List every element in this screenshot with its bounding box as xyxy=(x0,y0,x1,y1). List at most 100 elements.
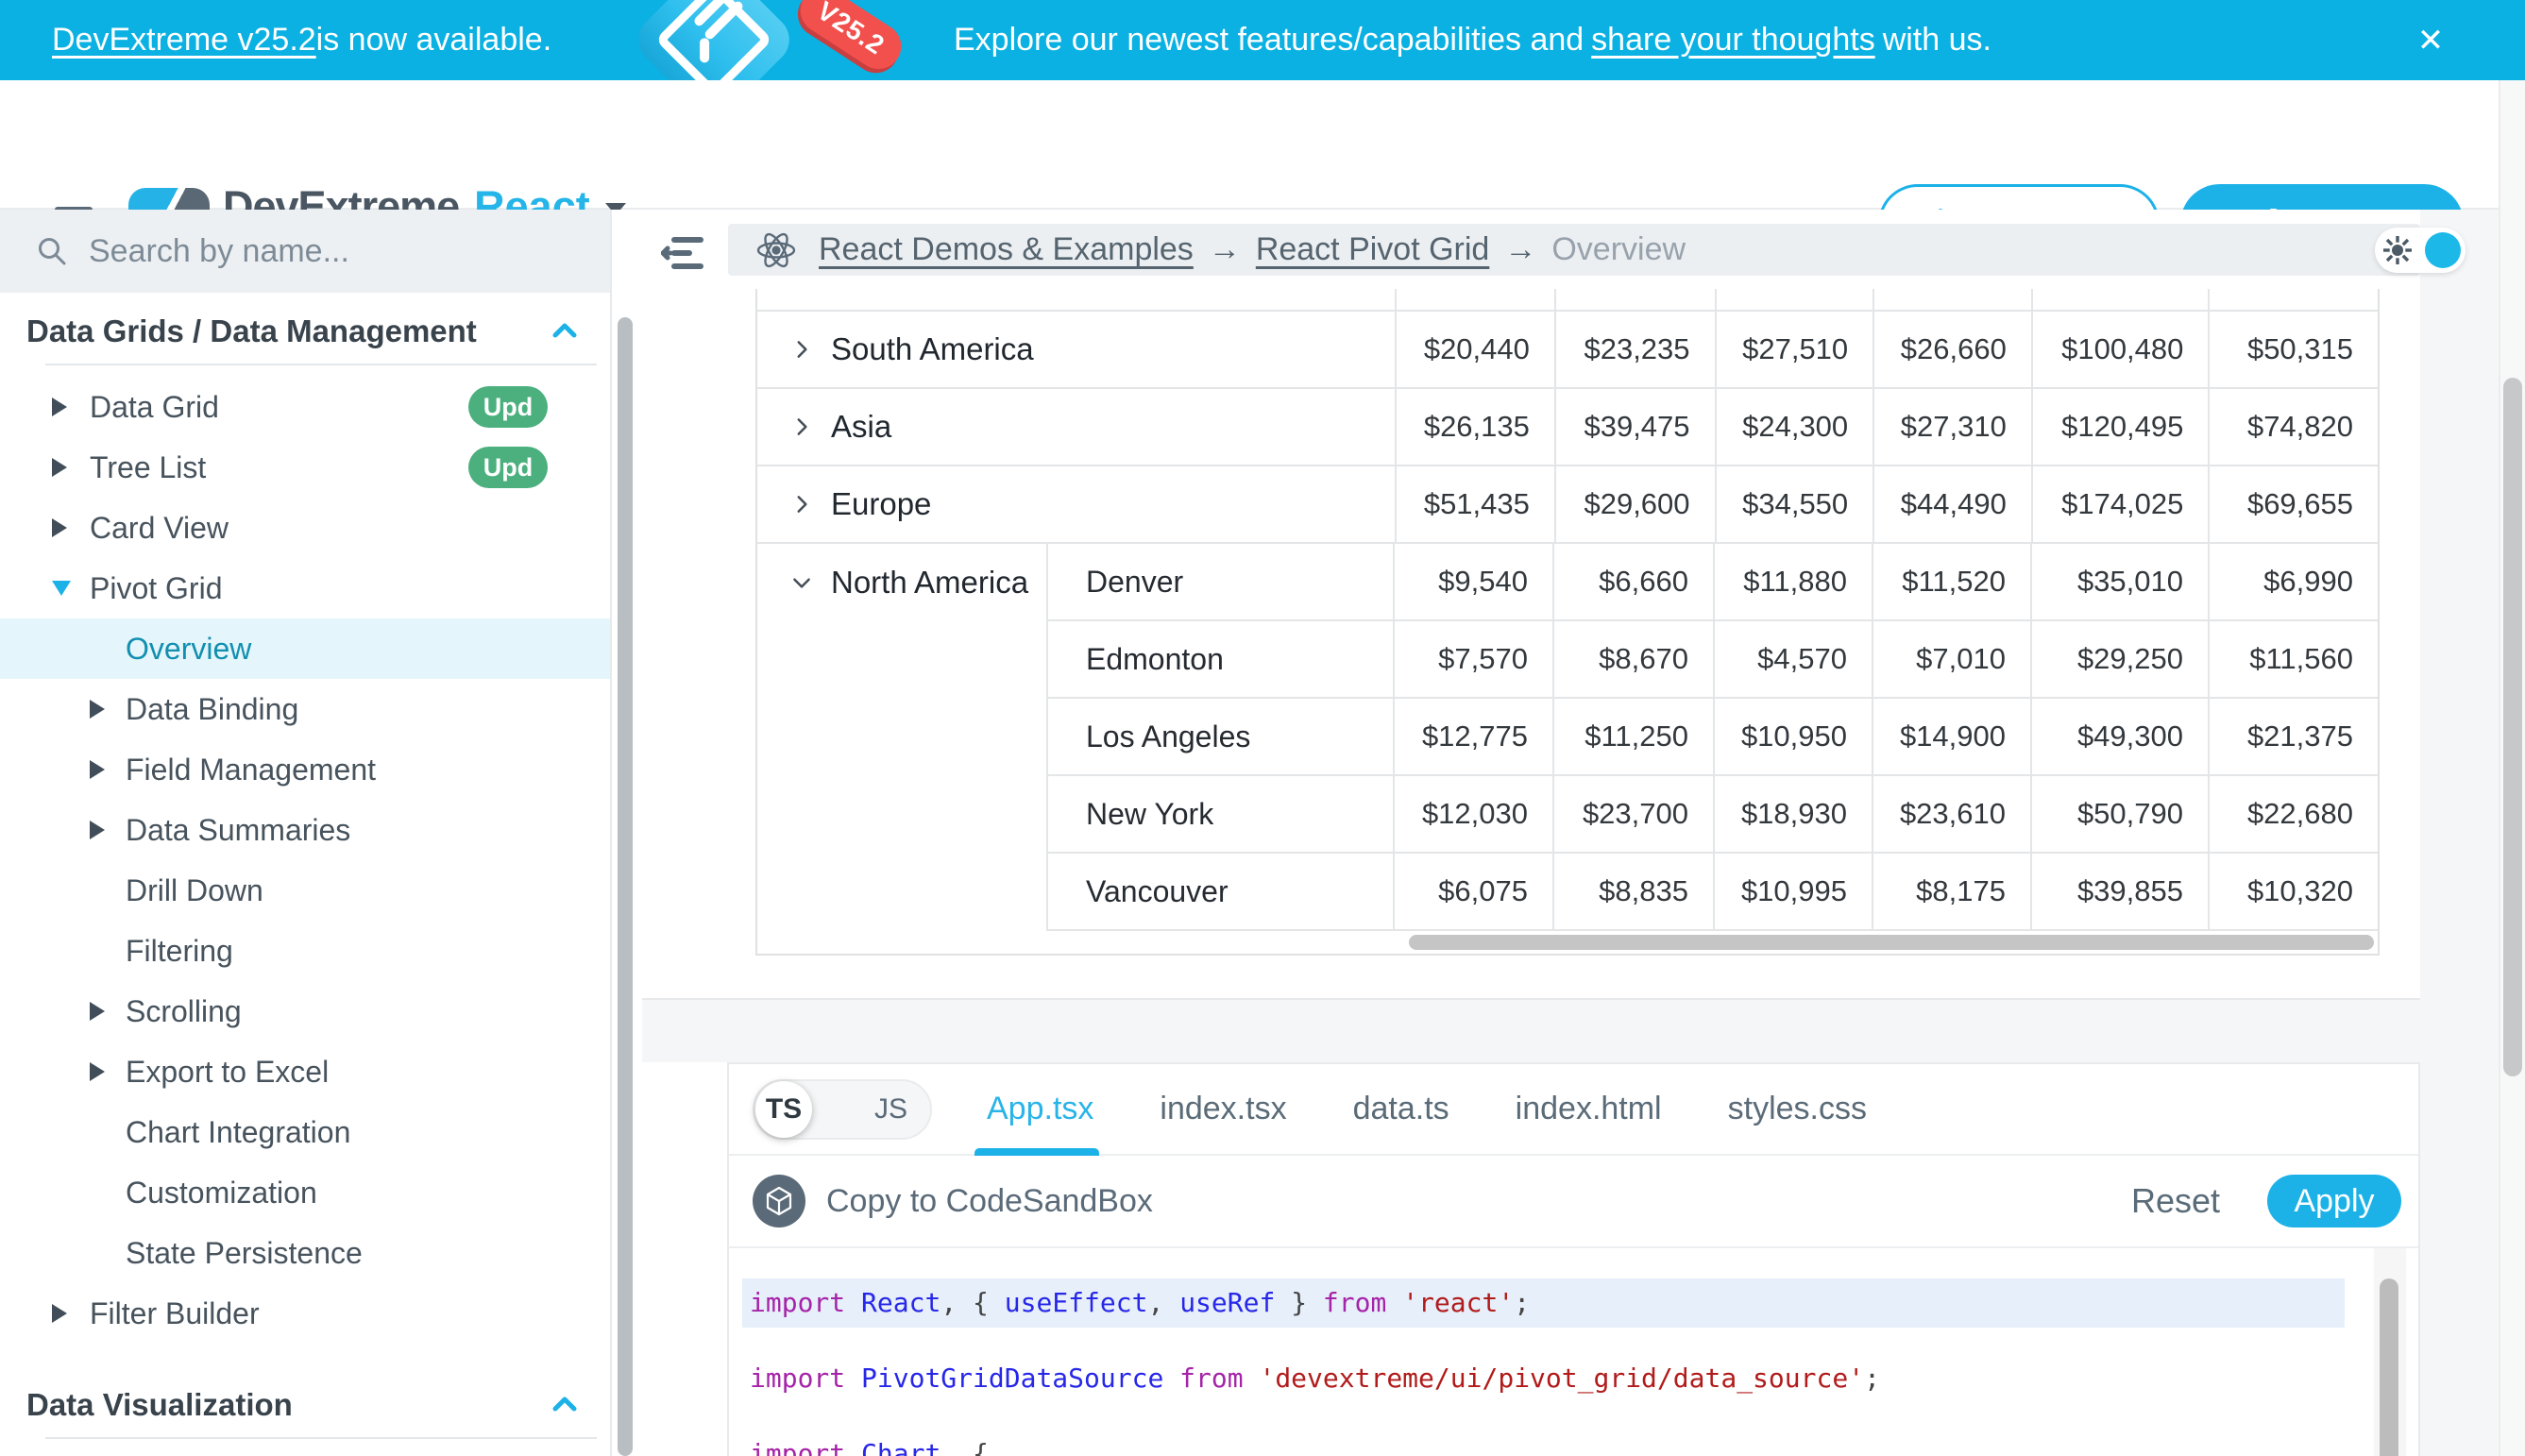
search-input[interactable] xyxy=(89,233,542,270)
sidebar-item-filter-builder[interactable]: Filter Builder xyxy=(0,1283,612,1344)
pivot-value-cell[interactable] xyxy=(1873,289,2031,310)
pivot-value-cell[interactable]: $50,790 xyxy=(2030,776,2208,852)
sidebar-scrollbar[interactable] xyxy=(618,317,633,1456)
pivot-value-cell[interactable] xyxy=(1715,289,1873,310)
sidebar-item-chart-integration[interactable]: Chart Integration xyxy=(0,1102,612,1162)
pivot-value-cell[interactable]: $50,315 xyxy=(2208,312,2378,387)
pivot-value-cell[interactable]: $8,175 xyxy=(1872,854,2030,929)
pivot-value-cell[interactable]: $8,670 xyxy=(1552,621,1713,697)
pivot-row-europe[interactable]: Europe$51,435$29,600$34,550$44,490$174,0… xyxy=(757,466,2378,544)
pivot-value-cell[interactable]: $100,480 xyxy=(2031,312,2209,387)
tab-index-html[interactable]: index.html xyxy=(1516,1091,1662,1127)
pivot-value-cell[interactable]: $23,610 xyxy=(1872,776,2030,852)
sidebar-item-export-to-excel[interactable]: Export to Excel xyxy=(0,1041,612,1102)
pivot-row-vancouver[interactable]: Vancouver$6,075$8,835$10,995$8,175$39,85… xyxy=(1046,854,2378,931)
pivot-value-cell[interactable]: $6,660 xyxy=(1552,544,1713,619)
pivot-row-label[interactable]: North America xyxy=(757,544,1046,931)
sidebar-item-data-summaries[interactable]: Data Summaries xyxy=(0,800,612,860)
pivot-value-cell[interactable]: $23,235 xyxy=(1554,312,1715,387)
collapsed-arrow-icon[interactable] xyxy=(52,518,67,537)
pivot-value-cell[interactable]: $39,475 xyxy=(1554,389,1715,465)
pivot-value-cell[interactable]: $12,775 xyxy=(1393,699,1552,774)
apply-button[interactable]: Apply xyxy=(2267,1175,2401,1227)
pivot-row-label[interactable]: Asia xyxy=(757,389,1395,465)
pivot-value-cell[interactable]: $20,440 xyxy=(1395,312,1554,387)
pivot-value-cell[interactable]: $18,930 xyxy=(1713,776,1872,852)
pivot-value-cell[interactable]: $35,010 xyxy=(2030,544,2208,619)
pivot-value-cell[interactable]: $7,010 xyxy=(1872,621,2030,697)
pivot-value-cell[interactable]: $24,300 xyxy=(1715,389,1873,465)
collapsed-arrow-icon[interactable] xyxy=(90,821,105,839)
pivot-value-cell[interactable]: $4,570 xyxy=(1713,621,1872,697)
pivot-value-cell[interactable]: $34,550 xyxy=(1715,466,1873,542)
page-scrollbar-thumb[interactable] xyxy=(2503,378,2522,1076)
pivot-value-cell[interactable]: $23,700 xyxy=(1552,776,1713,852)
pivot-city-label[interactable]: Edmonton xyxy=(1046,621,1393,697)
pivot-value-cell[interactable]: $29,250 xyxy=(2030,621,2208,697)
pivot-value-cell[interactable]: $120,495 xyxy=(2031,389,2209,465)
pivot-hscroll-thumb[interactable] xyxy=(1409,935,2374,950)
pivot-value-cell[interactable]: $7,570 xyxy=(1393,621,1552,697)
collapsed-arrow-icon[interactable] xyxy=(90,1062,105,1081)
pivot-value-cell[interactable]: $10,950 xyxy=(1713,699,1872,774)
sidebar-item-field-management[interactable]: Field Management xyxy=(0,739,612,800)
pivot-value-cell[interactable]: $74,820 xyxy=(2208,389,2378,465)
expand-row-icon[interactable] xyxy=(789,492,814,516)
sidebar-item-data-grid[interactable]: Data GridUpd xyxy=(0,377,612,437)
pivot-value-cell[interactable]: $26,135 xyxy=(1395,389,1554,465)
pivot-value-cell[interactable]: $49,300 xyxy=(2030,699,2208,774)
pivot-value-cell[interactable]: $11,250 xyxy=(1552,699,1713,774)
pivot-value-cell[interactable]: $39,855 xyxy=(2030,854,2208,929)
section-header-data-visualization[interactable]: Data Visualization xyxy=(0,1378,612,1432)
pivot-value-cell[interactable]: $8,835 xyxy=(1552,854,1713,929)
pivot-value-cell[interactable]: $6,990 xyxy=(2208,544,2378,619)
sidebar-item-customization[interactable]: Customization xyxy=(0,1162,612,1223)
collapse-sidebar-icon[interactable] xyxy=(661,232,706,274)
pivot-row-label[interactable]: Europe xyxy=(757,466,1395,542)
reset-button[interactable]: Reset xyxy=(2131,1181,2220,1221)
pivot-city-label[interactable]: Vancouver xyxy=(1046,854,1393,929)
copy-to-codesandbox-label[interactable]: Copy to CodeSandBox xyxy=(826,1183,1153,1220)
pivot-value-cell[interactable]: $10,995 xyxy=(1713,854,1872,929)
pivot-value-cell[interactable]: $174,025 xyxy=(2031,466,2209,542)
share-your-thoughts-link[interactable]: share your thoughts xyxy=(1591,22,1875,59)
pivot-city-label[interactable]: New York xyxy=(1046,776,1393,852)
collapse-row-icon[interactable] xyxy=(789,570,814,595)
tab-index-tsx[interactable]: index.tsx xyxy=(1160,1091,1286,1127)
code-scrollbar-thumb[interactable] xyxy=(2380,1278,2398,1456)
sidebar-item-pivot-grid[interactable]: Pivot Grid xyxy=(0,558,612,618)
lang-ts-selected[interactable]: TS xyxy=(755,1081,812,1138)
collapsed-arrow-icon[interactable] xyxy=(52,458,67,477)
pivot-city-label[interactable]: Denver xyxy=(1046,544,1393,619)
collapsed-arrow-icon[interactable] xyxy=(90,1002,105,1021)
pivot-value-cell[interactable]: $27,310 xyxy=(1873,389,2031,465)
sidebar-item-card-view[interactable]: Card View xyxy=(0,498,612,558)
pivot-row-edmonton[interactable]: Edmonton$7,570$8,670$4,570$7,010$29,250$… xyxy=(1046,621,2378,699)
tab-app-tsx[interactable]: App.tsx xyxy=(987,1091,1093,1127)
sidebar-item-tree-list[interactable]: Tree ListUpd xyxy=(0,437,612,498)
pivot-row-new-york[interactable]: New York$12,030$23,700$18,930$23,610$50,… xyxy=(1046,776,2378,854)
pivot-city-label[interactable]: Los Angeles xyxy=(1046,699,1393,774)
breadcrumb-link-pivot-grid[interactable]: React Pivot Grid xyxy=(1256,231,1490,268)
pivot-value-cell[interactable]: $51,435 xyxy=(1395,466,1554,542)
pivot-row-south-america[interactable]: South America$20,440$23,235$27,510$26,66… xyxy=(757,312,2378,389)
codesandbox-icon[interactable] xyxy=(753,1175,805,1227)
section-header-data-grids[interactable]: Data Grids / Data Management xyxy=(0,304,612,359)
pivot-value-cell[interactable]: $44,490 xyxy=(1873,466,2031,542)
pivot-value-cell[interactable] xyxy=(2031,289,2209,310)
sidebar-item-drill-down[interactable]: Drill Down xyxy=(0,860,612,921)
theme-toggle-knob[interactable] xyxy=(2425,232,2461,268)
collapsed-arrow-icon[interactable] xyxy=(52,1304,67,1323)
lang-js-option[interactable]: JS xyxy=(874,1081,907,1138)
banner-close-icon[interactable]: ✕ xyxy=(2402,0,2459,80)
language-toggle[interactable]: TS JS xyxy=(753,1079,932,1140)
pivot-value-cell[interactable]: $69,655 xyxy=(2208,466,2378,542)
pivot-value-cell[interactable]: $6,075 xyxy=(1393,854,1552,929)
pivot-value-cell[interactable] xyxy=(1395,289,1554,310)
pivot-value-cell[interactable]: $9,540 xyxy=(1393,544,1552,619)
pivot-row-label[interactable]: South America xyxy=(757,312,1395,387)
pivot-value-cell[interactable]: $11,520 xyxy=(1872,544,2030,619)
expanded-arrow-icon[interactable] xyxy=(52,581,71,596)
pivot-value-cell[interactable] xyxy=(1554,289,1715,310)
pivot-value-cell[interactable]: $11,560 xyxy=(2208,621,2378,697)
